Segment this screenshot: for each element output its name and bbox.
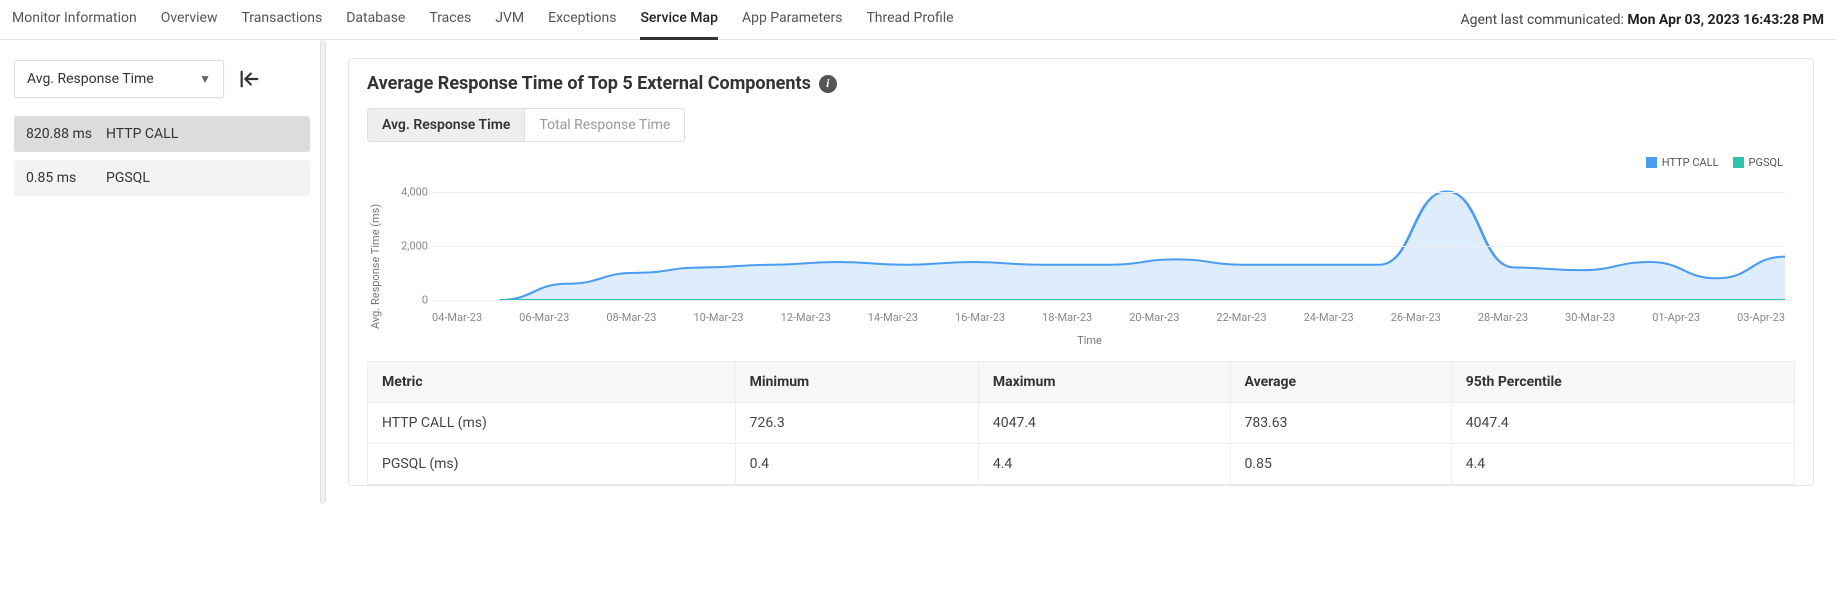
agent-status: Agent last communicated: Mon Apr 03, 202… [1460, 12, 1824, 28]
chart-area: Avg. Response Time (ms) HTTP CALL PGSQL 0… [367, 152, 1795, 361]
table-cell: 4.4 [978, 444, 1230, 485]
stats-header-row: MetricMinimumMaximumAverage95th Percenti… [368, 362, 1795, 403]
nav-tab-thread-profile[interactable]: Thread Profile [866, 0, 953, 40]
x-tick: 08-Mar-23 [606, 311, 656, 324]
y-tick: 2,000 [384, 239, 428, 252]
legend-swatch [1733, 157, 1744, 168]
x-tick: 30-Mar-23 [1565, 311, 1615, 324]
table-cell: 0.4 [735, 444, 978, 485]
sidebar-item-label: PGSQL [106, 170, 150, 186]
gridline [432, 300, 1785, 301]
x-tick: 12-Mar-23 [781, 311, 831, 324]
x-tick: 01-Apr-23 [1652, 311, 1700, 324]
legend-item-http-call[interactable]: HTTP CALL [1646, 156, 1719, 169]
sidebar: Avg. Response Time ▼ 820.88 msHTTP CALL 0… [0, 40, 320, 504]
gridline [432, 246, 1785, 247]
x-tick: 10-Mar-23 [693, 311, 743, 324]
legend-item-pgsql[interactable]: PGSQL [1733, 156, 1783, 169]
toggle-total-response[interactable]: Total Response Time [524, 109, 684, 141]
x-tick: 22-Mar-23 [1216, 311, 1266, 324]
x-tick: 16-Mar-23 [955, 311, 1005, 324]
metric-toggle: Avg. Response Time Total Response Time [367, 108, 685, 142]
table-header: Maximum [978, 362, 1230, 403]
table-header: Minimum [735, 362, 978, 403]
nav-tab-transactions[interactable]: Transactions [241, 0, 322, 40]
nav-tab-database[interactable]: Database [346, 0, 405, 40]
chart-inner: HTTP CALL PGSQL 04-Mar-23 06-Mar-23 08-Mar-… [384, 152, 1795, 361]
x-ticks: 04-Mar-23 06-Mar-23 08-Mar-23 10-Mar-23 12-M… [432, 311, 1785, 324]
nav-tab-traces[interactable]: Traces [429, 0, 471, 40]
nav-tab-jvm[interactable]: JVM [495, 0, 524, 40]
y-tick: 0 [384, 294, 428, 307]
agent-status-prefix: Agent last communicated: [1460, 12, 1627, 28]
nav-tab-overview[interactable]: Overview [161, 0, 218, 40]
legend-label: HTTP CALL [1662, 156, 1719, 169]
chart-legend: HTTP CALL PGSQL [1646, 156, 1783, 169]
table-cell: 726.3 [735, 403, 978, 444]
metric-select[interactable]: Avg. Response Time ▼ [14, 60, 224, 98]
metric-select-row: Avg. Response Time ▼ [14, 60, 310, 98]
x-tick: 28-Mar-23 [1478, 311, 1528, 324]
x-tick: 20-Mar-23 [1129, 311, 1179, 324]
x-tick: 24-Mar-23 [1304, 311, 1354, 324]
main-content: Average Response Time of Top 5 External … [326, 40, 1836, 504]
sidebar-item-http-call[interactable]: 820.88 msHTTP CALL [14, 116, 310, 152]
table-cell: 4047.4 [978, 403, 1230, 444]
sidebar-item-label: HTTP CALL [106, 126, 178, 142]
nav-tab-exceptions[interactable]: Exceptions [548, 0, 616, 40]
table-cell: 0.85 [1230, 444, 1451, 485]
y-axis-label: Avg. Response Time (ms) [367, 152, 384, 361]
sidebar-item-value: 0.85 ms [26, 170, 106, 186]
info-icon[interactable]: i [819, 75, 837, 93]
chart-panel: Average Response Time of Top 5 External … [348, 58, 1814, 486]
x-tick: 26-Mar-23 [1391, 311, 1441, 324]
nav-tab-monitor-information[interactable]: Monitor Information [12, 0, 137, 40]
agent-status-time: Mon Apr 03, 2023 16:43:28 PM [1627, 12, 1824, 28]
x-tick: 04-Mar-23 [432, 311, 482, 324]
table-row: HTTP CALL (ms)726.34047.4783.634047.4 [368, 403, 1795, 444]
y-tick: 4,000 [384, 185, 428, 198]
x-axis-label: Time [384, 334, 1795, 347]
toggle-avg-response[interactable]: Avg. Response Time [368, 109, 524, 141]
component-list: 820.88 msHTTP CALL 0.85 msPGSQL [14, 116, 310, 196]
table-cell: 4.4 [1451, 444, 1794, 485]
nav-tabs: Monitor Information Overview Transactions D… [12, 0, 954, 40]
table-cell: HTTP CALL (ms) [368, 403, 736, 444]
x-tick: 14-Mar-23 [868, 311, 918, 324]
legend-label: PGSQL [1749, 156, 1783, 169]
x-tick: 18-Mar-23 [1042, 311, 1092, 324]
table-header: Metric [368, 362, 736, 403]
collapse-sidebar-icon[interactable] [238, 68, 260, 90]
panel-title: Average Response Time of Top 5 External … [367, 73, 811, 94]
stats-table: MetricMinimumMaximumAverage95th Percenti… [367, 361, 1795, 485]
nav-tab-service-map[interactable]: Service Map [640, 0, 718, 40]
panel-title-row: Average Response Time of Top 5 External … [367, 73, 1795, 94]
table-header: 95th Percentile [1451, 362, 1794, 403]
table-header: Average [1230, 362, 1451, 403]
gridline [432, 192, 1785, 193]
x-tick: 03-Apr-23 [1737, 311, 1785, 324]
nav-tab-app-parameters[interactable]: App Parameters [742, 0, 842, 40]
body-layout: Avg. Response Time ▼ 820.88 msHTTP CALL0… [0, 40, 1836, 504]
legend-swatch [1646, 157, 1657, 168]
x-tick: 06-Mar-23 [519, 311, 569, 324]
table-cell: 783.63 [1230, 403, 1451, 444]
chart-svg [432, 178, 1785, 300]
chevron-down-icon: ▼ [199, 72, 211, 86]
table-cell: PGSQL (ms) [368, 444, 736, 485]
table-row: PGSQL (ms)0.44.40.854.4 [368, 444, 1795, 485]
chart-plot[interactable]: 04-Mar-23 06-Mar-23 08-Mar-23 10-Mar-23 12-M… [384, 178, 1795, 328]
stats-body: HTTP CALL (ms)726.34047.4783.634047.4PGS… [368, 403, 1795, 485]
metric-select-label: Avg. Response Time [27, 71, 154, 87]
top-navigation: Monitor Information Overview Transactions D… [0, 0, 1836, 40]
sidebar-item-value: 820.88 ms [26, 126, 106, 142]
table-cell: 4047.4 [1451, 403, 1794, 444]
sidebar-item-pgsql[interactable]: 0.85 msPGSQL [14, 160, 310, 196]
